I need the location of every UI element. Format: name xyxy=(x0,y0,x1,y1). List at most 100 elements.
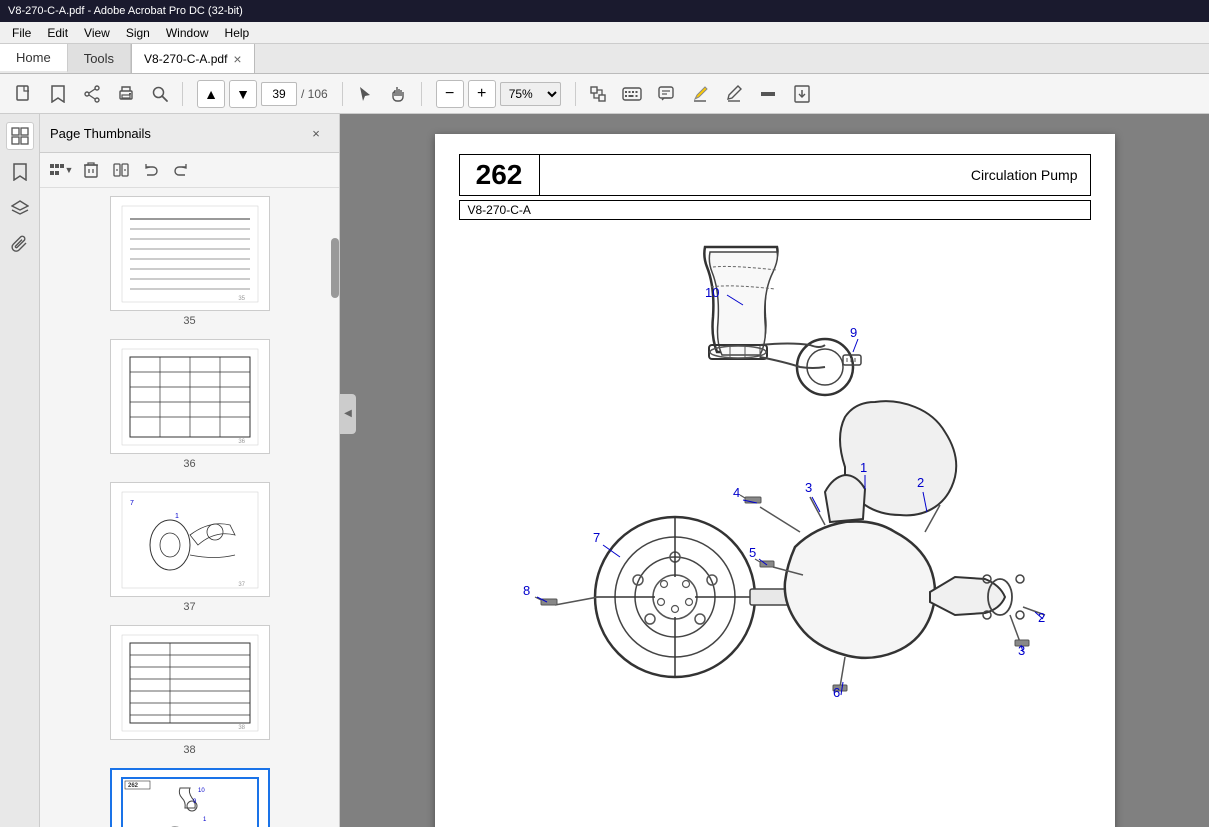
svg-text:5: 5 xyxy=(749,545,756,560)
search-button[interactable] xyxy=(144,78,176,110)
svg-text:3: 3 xyxy=(805,480,812,495)
svg-text:1: 1 xyxy=(175,513,179,520)
tab-file-label: V8-270-C-A.pdf xyxy=(144,52,227,66)
thumb-extract-button[interactable] xyxy=(108,157,134,183)
thumbnails-list: 35 35 xyxy=(40,188,339,827)
pdf-area[interactable]: 262 Circulation Pump V8-270-C-A xyxy=(340,114,1209,827)
svg-text:1: 1 xyxy=(860,460,867,475)
separator-1 xyxy=(182,82,183,106)
export-button[interactable] xyxy=(786,78,818,110)
fit-page-button[interactable] xyxy=(582,78,614,110)
tab-spacer xyxy=(255,44,1209,73)
sidebar-attachments-icon[interactable] xyxy=(6,230,34,258)
page-number-display: 262 xyxy=(460,155,540,195)
svg-text:7: 7 xyxy=(130,500,134,507)
tab-home[interactable]: Home xyxy=(0,44,68,73)
zoom-in-button[interactable]: + xyxy=(468,80,496,108)
tab-file[interactable]: V8-270-C-A.pdf × xyxy=(131,44,255,73)
title-text: V8-270-C-A.pdf - Adobe Acrobat Pro DC (3… xyxy=(8,5,243,17)
svg-text:4: 4 xyxy=(733,485,740,500)
diagram-container: 10 9 2 1 3 4 xyxy=(459,232,1091,782)
page-title-display: Circulation Pump xyxy=(540,155,1090,195)
thumbnail-image-35: 35 xyxy=(110,196,270,311)
sidebar-thumbnails-icon[interactable] xyxy=(6,122,34,150)
thumbnails-header: Page Thumbnails × xyxy=(40,114,339,153)
svg-text:9: 9 xyxy=(850,325,857,340)
new-button[interactable] xyxy=(8,78,40,110)
separator-4 xyxy=(575,82,576,106)
menu-bar: File Edit View Sign Window Help xyxy=(0,22,1209,44)
pdf-page: 262 Circulation Pump V8-270-C-A xyxy=(435,134,1115,827)
menu-window[interactable]: Window xyxy=(158,24,217,42)
svg-text:3: 3 xyxy=(1018,643,1025,658)
svg-text:38: 38 xyxy=(238,725,245,731)
tab-close-button[interactable]: × xyxy=(233,51,241,67)
tab-bar: Home Tools V8-270-C-A.pdf × xyxy=(0,44,1209,74)
sidebar xyxy=(0,114,40,827)
thumbnail-35[interactable]: 35 35 xyxy=(110,196,270,327)
menu-view[interactable]: View xyxy=(76,24,118,42)
page-number-input[interactable] xyxy=(261,82,297,106)
hand-tool[interactable] xyxy=(383,78,415,110)
collapse-panel-button[interactable]: ◀ xyxy=(340,394,356,434)
thumbnail-label-36: 36 xyxy=(183,458,195,470)
thumbnail-label-38: 38 xyxy=(183,744,195,756)
scroll-handle[interactable] xyxy=(331,238,339,298)
zoom-out-button[interactable]: − xyxy=(436,80,464,108)
tool-icons xyxy=(582,78,818,110)
comment-button[interactable] xyxy=(650,78,682,110)
menu-sign[interactable]: Sign xyxy=(118,24,158,42)
svg-text:2: 2 xyxy=(917,475,924,490)
toolbar: ▲ ▼ / 106 − + 50% 75% 100% 125% 150% 200… xyxy=(0,74,1209,114)
share-button[interactable] xyxy=(76,78,108,110)
menu-help[interactable]: Help xyxy=(217,24,258,42)
thumbnail-39[interactable]: 262 10 9 1 39 xyxy=(110,768,270,827)
pen-button[interactable] xyxy=(718,78,750,110)
bookmark-button[interactable] xyxy=(42,78,74,110)
zoom-select[interactable]: 50% 75% 100% 125% 150% 200% xyxy=(500,82,561,106)
thumbnail-label-35: 35 xyxy=(183,315,195,327)
sidebar-layers-icon[interactable] xyxy=(6,194,34,222)
thumbnail-image-38: 38 xyxy=(110,625,270,740)
page-header: 262 Circulation Pump xyxy=(459,154,1091,196)
circulation-pump-diagram: 10 9 2 1 3 4 xyxy=(465,237,1085,777)
svg-text:37: 37 xyxy=(238,582,245,588)
tab-tools[interactable]: Tools xyxy=(68,44,131,73)
thumbnails-panel: Page Thumbnails × ▼ xyxy=(40,114,340,827)
sidebar-bookmarks-icon[interactable] xyxy=(6,158,34,186)
nav-controls: ▲ ▼ / 106 xyxy=(197,80,328,108)
nav-up-button[interactable]: ▲ xyxy=(197,80,225,108)
highlight-button[interactable] xyxy=(684,78,716,110)
select-tool[interactable] xyxy=(349,78,381,110)
thumbnail-38[interactable]: 38 38 xyxy=(110,625,270,756)
thumbnail-image-39: 262 10 9 1 xyxy=(110,768,270,827)
thumbnail-image-36: 36 xyxy=(110,339,270,454)
separator-3 xyxy=(421,82,422,106)
thumbnail-image-37: 7 1 37 xyxy=(110,482,270,597)
nav-down-button[interactable]: ▼ xyxy=(229,80,257,108)
thumb-redo-button[interactable] xyxy=(168,157,194,183)
title-bar: V8-270-C-A.pdf - Adobe Acrobat Pro DC (3… xyxy=(0,0,1209,22)
page-subtitle: V8-270-C-A xyxy=(459,200,1091,220)
thumbnails-close-button[interactable]: × xyxy=(303,120,329,146)
svg-text:262: 262 xyxy=(128,783,139,789)
thumbnail-36[interactable]: 36 36 xyxy=(110,339,270,470)
main-area: Page Thumbnails × ▼ xyxy=(0,114,1209,827)
svg-text:7: 7 xyxy=(593,530,600,545)
print-button[interactable] xyxy=(110,78,142,110)
thumb-delete-button[interactable] xyxy=(78,157,104,183)
thumbnails-toolbar: ▼ xyxy=(40,153,339,188)
keyboard-button[interactable] xyxy=(616,78,648,110)
menu-file[interactable]: File xyxy=(4,24,39,42)
zoom-controls: − + 50% 75% 100% 125% 150% 200% xyxy=(436,80,561,108)
thumb-undo-button[interactable] xyxy=(138,157,164,183)
menu-edit[interactable]: Edit xyxy=(39,24,76,42)
svg-text:35: 35 xyxy=(238,296,245,302)
thumbnail-37[interactable]: 7 1 37 37 xyxy=(110,482,270,613)
redact-button[interactable] xyxy=(752,78,784,110)
thumb-view-options[interactable]: ▼ xyxy=(48,157,74,183)
page-total: / 106 xyxy=(301,87,328,101)
separator-2 xyxy=(342,82,343,106)
svg-text:10: 10 xyxy=(705,285,719,300)
svg-text:8: 8 xyxy=(523,583,530,598)
